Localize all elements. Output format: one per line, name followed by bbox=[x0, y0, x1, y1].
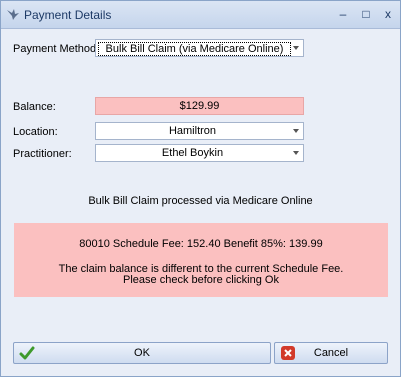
cancel-icon bbox=[281, 346, 295, 360]
cancel-button-label: Cancel bbox=[313, 347, 349, 359]
claim-info-text: Bulk Bill Claim processed via Medicare O… bbox=[88, 195, 313, 207]
chevron-down-icon bbox=[293, 46, 299, 50]
checkmark-icon bbox=[19, 346, 35, 360]
app-bird-icon bbox=[7, 9, 19, 20]
window-title: Payment Details bbox=[24, 8, 112, 22]
balance-label: Balance: bbox=[13, 101, 56, 113]
location-label: Location: bbox=[13, 126, 58, 138]
balance-value: $129.99 bbox=[179, 100, 220, 112]
payment-details-dialog: Payment Details – □ x Payment Method: Bu… bbox=[0, 0, 401, 377]
chevron-down-icon bbox=[293, 151, 299, 155]
ok-button[interactable]: OK bbox=[13, 342, 271, 364]
maximize-button[interactable]: □ bbox=[358, 6, 374, 22]
payment-method-dropdown[interactable]: Bulk Bill Claim (via Medicare Online) bbox=[95, 39, 304, 57]
location-value: Hamiltron bbox=[168, 125, 217, 137]
location-dropdown[interactable]: Hamiltron bbox=[95, 122, 304, 140]
schedule-fee-line: 80010 Schedule Fee: 152.40 Benefit 85%: … bbox=[79, 238, 323, 250]
practitioner-dropdown[interactable]: Ethel Boykin bbox=[95, 144, 304, 162]
chevron-down-icon bbox=[293, 129, 299, 133]
balance-field[interactable]: $129.99 bbox=[95, 97, 304, 115]
practitioner-value: Ethel Boykin bbox=[161, 147, 224, 159]
close-button[interactable]: x bbox=[380, 6, 396, 22]
practitioner-label: Practitioner: bbox=[13, 148, 72, 160]
payment-method-value: Bulk Bill Claim (via Medicare Online) bbox=[98, 42, 291, 56]
ok-button-label: OK bbox=[134, 347, 150, 359]
minimize-button[interactable]: – bbox=[335, 6, 351, 22]
title-bar: Payment Details – □ x bbox=[1, 1, 400, 29]
warning-message-line-2: Please check before clicking Ok bbox=[123, 274, 279, 286]
schedule-fee-warning: 80010 Schedule Fee: 152.40 Benefit 85%: … bbox=[14, 223, 388, 297]
payment-method-label: Payment Method: bbox=[13, 43, 100, 55]
cancel-button[interactable]: Cancel bbox=[274, 342, 388, 364]
